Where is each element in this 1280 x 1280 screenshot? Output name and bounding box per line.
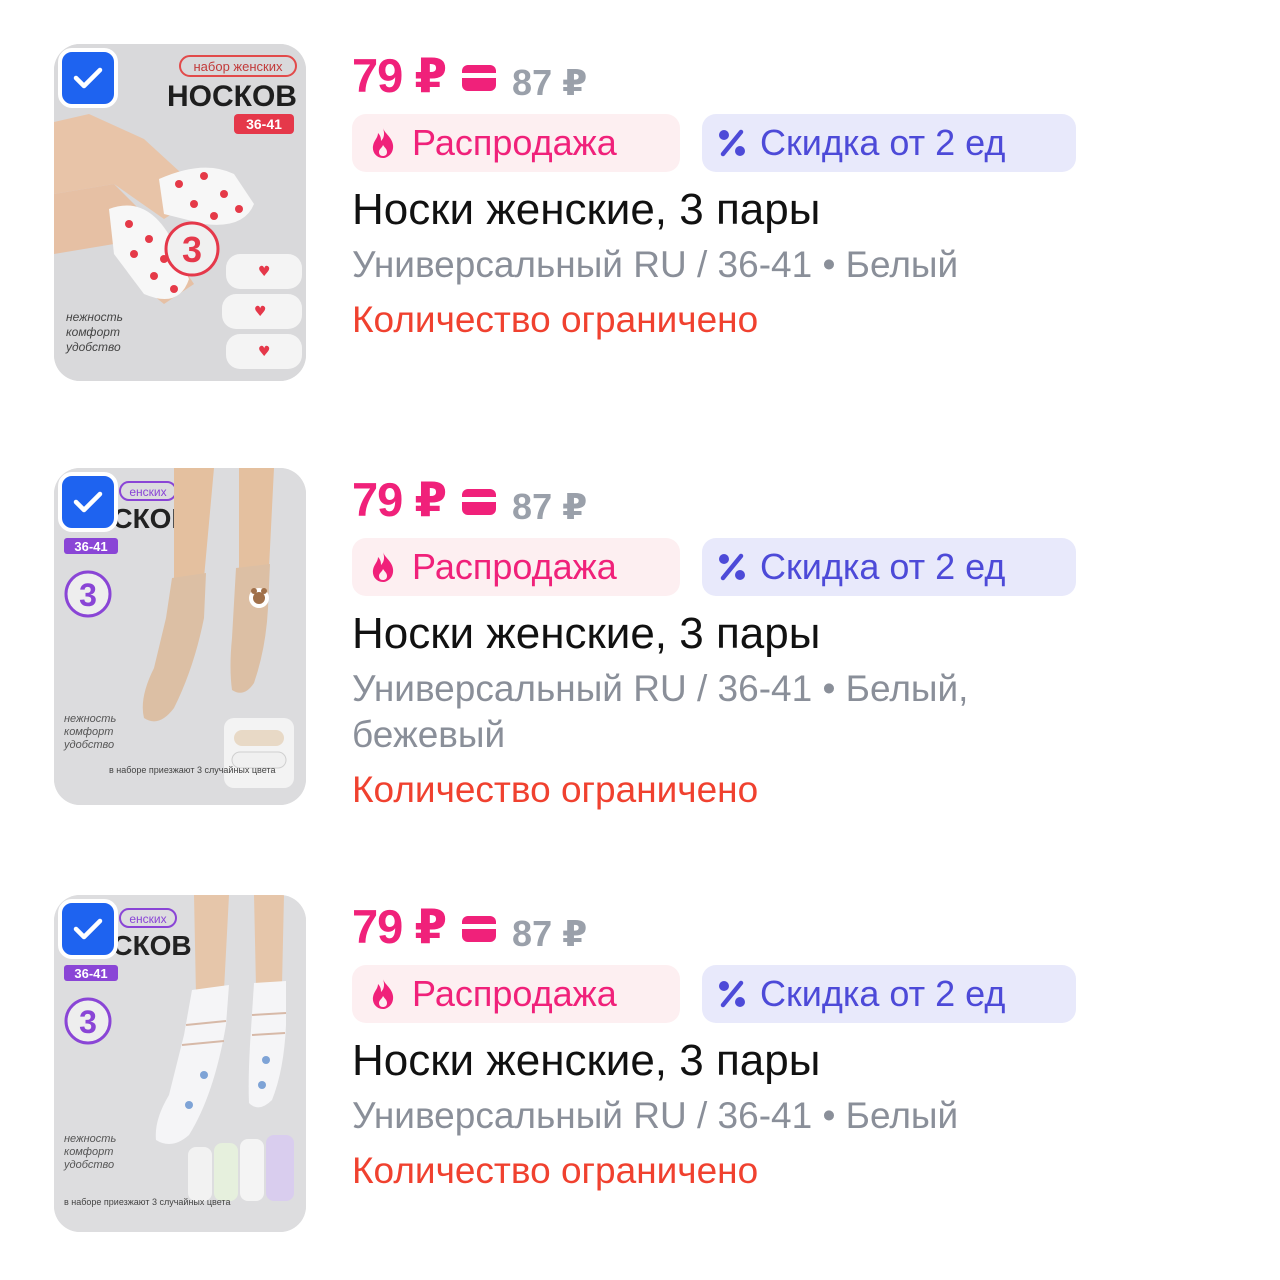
price-row: 79 ₽ 87 ₽: [352, 893, 1252, 961]
bank-card-icon: [462, 65, 497, 91]
sale-badge[interactable]: Распродажа: [352, 965, 680, 1023]
discount-badge-label: Скидка от 2 ед: [760, 973, 1006, 1014]
percent-icon: [719, 553, 745, 581]
discount-badge-label: Скидка от 2 ед: [760, 546, 1006, 587]
pack-note: в наборе приезжают 3 случайных цвета: [109, 765, 275, 775]
current-price: 79 ₽: [352, 473, 447, 526]
sale-badge[interactable]: Распродажа: [352, 538, 680, 596]
price-row: 79 ₽ 87 ₽: [352, 466, 1252, 534]
price-row: 79 ₽ 87 ₽: [352, 42, 1252, 110]
percent-icon: [719, 129, 745, 157]
feature-1: нежность: [64, 1133, 116, 1145]
size-tag: 36-41: [246, 116, 282, 132]
old-price: 87 ₽: [512, 62, 588, 103]
product-variant: Универсальный RU / 36-41 • Белый, бежевы…: [352, 668, 969, 755]
bank-card-icon: [462, 916, 497, 942]
current-price: 79 ₽: [352, 49, 447, 102]
discount-badge-label: Скидка от 2 ед: [760, 122, 1006, 163]
product-variant: Универсальный RU / 36-41 • Белый: [352, 244, 959, 285]
select-checkbox[interactable]: [58, 48, 118, 108]
feature-3: удобство: [63, 1159, 114, 1171]
stock-warning: Количество ограничено: [352, 1150, 759, 1191]
sale-badge-label: Распродажа: [412, 973, 617, 1014]
sale-badge[interactable]: Распродажа: [352, 114, 680, 172]
svg-text:♥: ♥: [258, 344, 271, 360]
feature-2: комфорт: [66, 325, 120, 339]
old-price: 87 ₽: [512, 913, 588, 954]
feature-2: комфорт: [64, 726, 113, 738]
pairs-count: 3: [79, 1004, 97, 1040]
svg-text:♥: ♥: [258, 264, 271, 280]
checkmark-icon: [73, 918, 103, 940]
product-title[interactable]: Носки женские, 3 пары: [352, 1033, 1252, 1089]
pack-note: в наборе приезжают 3 случайных цвета: [64, 1197, 230, 1207]
pairs-count: 3: [79, 577, 97, 613]
fire-icon: [372, 128, 394, 158]
product-title[interactable]: Носки женские, 3 пары: [352, 182, 1252, 238]
feature-3: удобство: [65, 340, 121, 354]
product-title[interactable]: Носки женские, 3 пары: [352, 606, 1252, 662]
discount-badge[interactable]: Скидка от 2 ед: [702, 114, 1076, 172]
stock-warning: Количество ограничено: [352, 299, 759, 340]
pack-tag: енских: [129, 485, 166, 499]
svg-text:♥: ♥: [254, 304, 267, 320]
discount-badge[interactable]: Скидка от 2 ед: [702, 538, 1076, 596]
select-checkbox[interactable]: [58, 899, 118, 959]
feature-3: удобство: [63, 739, 114, 751]
stock-warning: Количество ограничено: [352, 769, 759, 810]
current-price: 79 ₽: [352, 900, 447, 953]
pack-tag: енских: [129, 912, 166, 926]
sale-badge-label: Распродажа: [412, 122, 617, 163]
fire-icon: [372, 979, 394, 1009]
feature-1: нежность: [64, 713, 116, 725]
checkmark-icon: [73, 491, 103, 513]
feature-2: комфорт: [64, 1146, 113, 1158]
pack-title: СКОВ: [112, 930, 191, 961]
feature-1: нежность: [66, 310, 123, 324]
size-tag: 36-41: [74, 539, 107, 554]
pack-title: НОСКОВ: [167, 80, 297, 113]
pairs-count: 3: [182, 229, 202, 270]
size-tag: 36-41: [74, 966, 107, 981]
select-checkbox[interactable]: [58, 472, 118, 532]
old-price: 87 ₽: [512, 486, 588, 527]
bank-card-icon: [462, 489, 497, 515]
discount-badge[interactable]: Скидка от 2 ед: [702, 965, 1076, 1023]
fire-icon: [372, 552, 394, 582]
sale-badge-label: Распродажа: [412, 546, 617, 587]
checkmark-icon: [73, 67, 103, 89]
product-variant: Универсальный RU / 36-41 • Белый: [352, 1095, 959, 1136]
pack-tag: набор женских: [194, 59, 283, 74]
percent-icon: [719, 980, 745, 1008]
